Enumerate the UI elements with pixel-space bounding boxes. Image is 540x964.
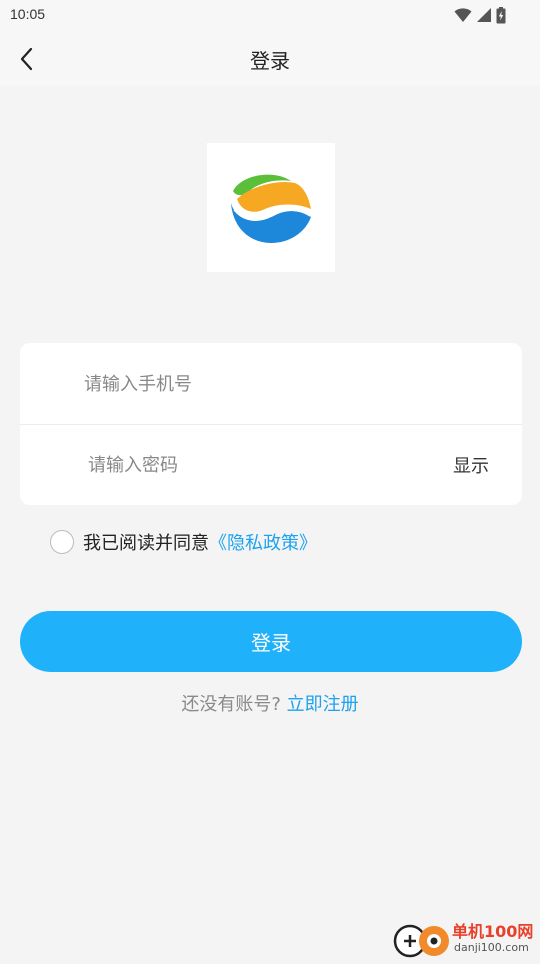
page-title: 登录 bbox=[250, 49, 290, 73]
password-row: 显示 bbox=[20, 424, 522, 505]
show-password-toggle[interactable]: 显示 bbox=[453, 452, 489, 478]
password-input[interactable] bbox=[86, 446, 430, 484]
phone-input[interactable] bbox=[82, 365, 466, 403]
agreement-text: 我已阅读并同意 bbox=[83, 533, 209, 554]
watermark: 单机100网 danji100.com bbox=[390, 917, 540, 960]
register-prompt: 还没有账号? bbox=[181, 694, 281, 715]
watermark-name: 单机100网 bbox=[452, 922, 534, 941]
leaf-logo-icon bbox=[231, 174, 313, 243]
watermark-domain: danji100.com bbox=[454, 941, 529, 954]
app-logo bbox=[207, 143, 335, 272]
wifi-icon bbox=[454, 8, 472, 22]
watermark-logo-icon bbox=[393, 924, 449, 958]
login-form-card: 显示 bbox=[20, 343, 522, 505]
register-row: 还没有账号? 立即注册 bbox=[0, 690, 540, 716]
status-bar: 10:05 bbox=[0, 0, 540, 30]
agreement-checkbox[interactable] bbox=[50, 530, 74, 554]
status-time: 10:05 bbox=[10, 6, 46, 22]
battery-icon bbox=[496, 6, 506, 23]
agreement-row: 我已阅读并同意 《隐私政策》 bbox=[50, 528, 317, 556]
cellular-signal-icon bbox=[477, 8, 491, 22]
privacy-policy-link[interactable]: 《隐私政策》 bbox=[209, 529, 317, 555]
register-link[interactable]: 立即注册 bbox=[287, 694, 359, 715]
login-button[interactable]: 登录 bbox=[20, 611, 522, 672]
nav-bar: 登录 bbox=[0, 30, 540, 86]
status-icons bbox=[454, 6, 506, 24]
phone-row bbox=[20, 343, 522, 425]
